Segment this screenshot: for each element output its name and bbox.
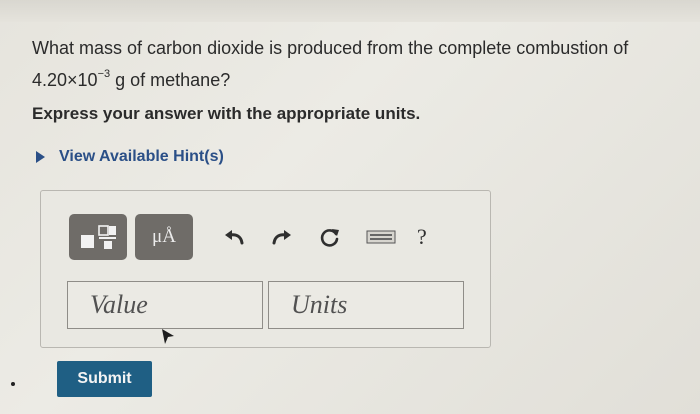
- redo-button[interactable]: [267, 222, 297, 252]
- undo-button[interactable]: [219, 222, 249, 252]
- units-symbols-label: μÅ: [152, 226, 176, 247]
- keyboard-button[interactable]: [363, 222, 399, 252]
- question-line-2: 4.20×10−3 g of methane?: [32, 62, 672, 94]
- instruction-text: Express your answer with the appropriate…: [32, 104, 421, 123]
- help-button[interactable]: ?: [417, 224, 427, 250]
- stray-dot: [11, 382, 15, 386]
- reset-icon: [320, 229, 339, 247]
- answer-toolbar: μÅ ?: [69, 213, 427, 261]
- question-exponent: −3: [97, 68, 111, 80]
- view-hints-label: View Available Hint(s): [59, 148, 224, 165]
- answer-panel: μÅ ? Value Units: [40, 190, 491, 348]
- mouse-pointer-icon: [162, 329, 174, 344]
- units-input[interactable]: Units: [268, 281, 464, 329]
- question-coefficient: 4.20×10: [32, 70, 98, 90]
- question-line-1: What mass of carbon dioxide is produced …: [32, 38, 629, 58]
- units-symbols-button[interactable]: μÅ: [135, 214, 193, 260]
- templates-icon: [81, 225, 116, 249]
- view-hints-link[interactable]: View Available Hint(s): [36, 148, 224, 166]
- keyboard-icon: [366, 230, 396, 244]
- redo-icon: [272, 230, 291, 245]
- submit-button[interactable]: Submit: [57, 361, 152, 397]
- question-rest: g of methane?: [110, 70, 231, 90]
- reset-button[interactable]: [315, 222, 345, 252]
- expand-triangle-icon: [36, 151, 45, 163]
- top-strip: [0, 0, 700, 22]
- templates-button[interactable]: [69, 214, 127, 260]
- value-input[interactable]: Value: [67, 281, 263, 329]
- question-text: What mass of carbon dioxide is produced …: [32, 34, 672, 94]
- undo-icon: [225, 230, 244, 245]
